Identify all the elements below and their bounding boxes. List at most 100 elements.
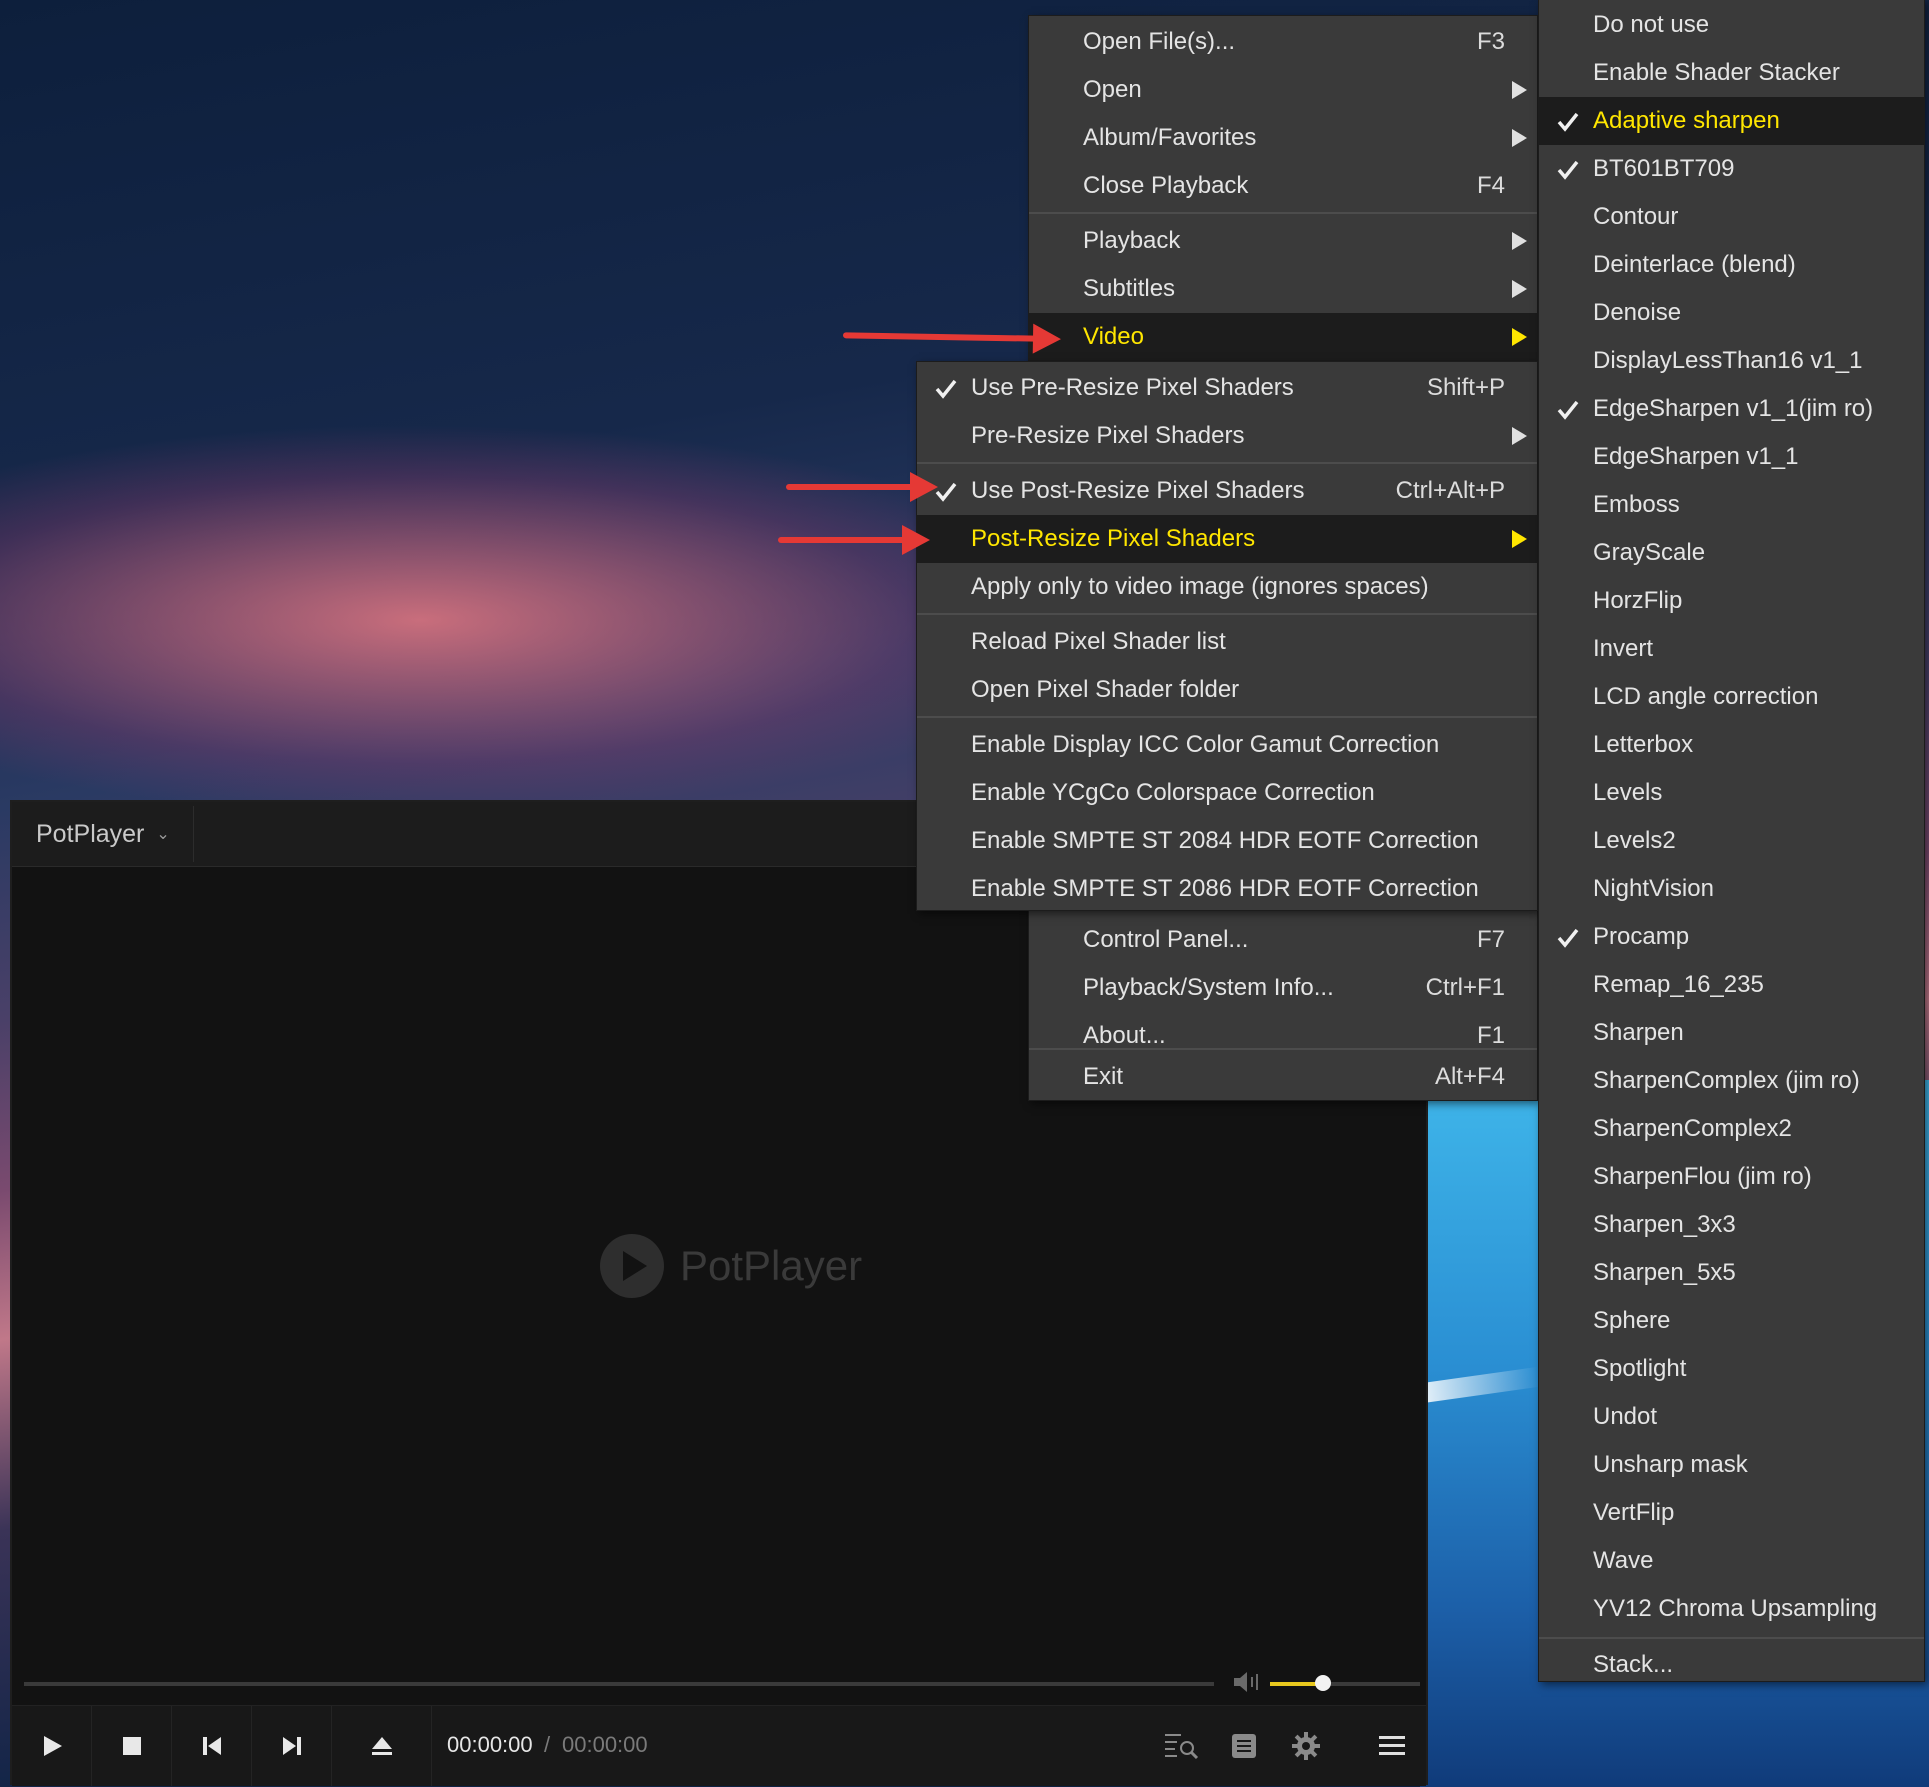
submenu-item-icc-correction[interactable]: Enable Display ICC Color Gamut Correctio… — [917, 721, 1537, 769]
shader-item[interactable]: Procamp — [1539, 913, 1924, 961]
previous-button[interactable] — [172, 1706, 252, 1786]
submenu-arrow-icon — [1512, 232, 1527, 250]
menu-item-open-files[interactable]: Open File(s)... F3 — [1029, 18, 1537, 66]
shader-item[interactable]: VertFlip — [1539, 1489, 1924, 1537]
shader-item[interactable]: Undot — [1539, 1393, 1924, 1441]
submenu-item-pre-resize-shaders[interactable]: Pre-Resize Pixel Shaders — [917, 412, 1537, 460]
current-time: 00:00:00 — [447, 1732, 533, 1757]
submenu-item-use-post-resize-shaders[interactable]: Use Post-Resize Pixel Shaders Ctrl+Alt+P — [917, 467, 1537, 515]
shader-item[interactable]: SharpenFlou (jim ro) — [1539, 1153, 1924, 1201]
shader-item[interactable]: BT601BT709 — [1539, 145, 1924, 193]
shader-item[interactable]: YV12 Chroma Upsampling — [1539, 1585, 1924, 1633]
shader-item[interactable]: Sphere — [1539, 1297, 1924, 1345]
shader-item[interactable]: Wave — [1539, 1537, 1924, 1585]
playlist-search-button[interactable] — [1160, 1724, 1204, 1768]
shader-item[interactable]: NightVision — [1539, 865, 1924, 913]
menu-item-system-info[interactable]: Playback/System Info... Ctrl+F1 — [1029, 964, 1537, 1012]
shader-item[interactable]: EdgeSharpen v1_1 — [1539, 433, 1924, 481]
shader-item-label: LCD angle correction — [1593, 683, 1819, 710]
checkmark-icon — [1557, 160, 1579, 180]
shader-item-label: EdgeSharpen v1_1(jim ro) — [1593, 395, 1874, 422]
shader-item[interactable]: Contour — [1539, 193, 1924, 241]
menu-item-shortcut: F4 — [1476, 172, 1505, 199]
shader-item[interactable]: DisplayLessThan16 v1_1 — [1539, 337, 1924, 385]
submenu-item-use-pre-resize-shaders[interactable]: Use Pre-Resize Pixel Shaders Shift+P — [917, 364, 1537, 412]
settings-button[interactable] — [1284, 1724, 1328, 1768]
shader-item[interactable]: Adaptive sharpen — [1539, 97, 1924, 145]
menu-separator — [1029, 212, 1537, 214]
shader-item[interactable]: Invert — [1539, 625, 1924, 673]
submenu-item-st2084-correction[interactable]: Enable SMPTE ST 2084 HDR EOTF Correction — [917, 817, 1537, 865]
menu-item-open[interactable]: Open — [1029, 66, 1537, 114]
hamburger-menu-icon — [1379, 1736, 1405, 1755]
shader-item-label: Procamp — [1593, 923, 1690, 950]
shader-item-label: SharpenFlou (jim ro) — [1593, 1163, 1812, 1190]
shader-item[interactable]: Do not use — [1539, 1, 1924, 49]
next-button[interactable] — [252, 1706, 332, 1786]
logo-text: PotPlayer — [680, 1242, 863, 1289]
shader-item[interactable]: Stack... — [1539, 1641, 1924, 1689]
shader-item[interactable]: GrayScale — [1539, 529, 1924, 577]
shader-item[interactable]: SharpenComplex (jim ro) — [1539, 1057, 1924, 1105]
main-menu-button[interactable] — [1370, 1724, 1414, 1768]
shader-item-label: Sharpen — [1593, 1019, 1684, 1046]
menu-item-control-panel[interactable]: Control Panel... F7 — [1029, 916, 1537, 964]
shader-item-label: Levels2 — [1593, 827, 1676, 854]
shader-item[interactable]: Spotlight — [1539, 1345, 1924, 1393]
shader-item[interactable]: Levels2 — [1539, 817, 1924, 865]
menu-separator — [917, 716, 1537, 718]
menu-item-label: Close Playback — [1083, 172, 1249, 199]
shader-item[interactable]: HorzFlip — [1539, 577, 1924, 625]
submenu-item-apply-only-video[interactable]: Apply only to video image (ignores space… — [917, 563, 1537, 611]
shader-item[interactable]: Sharpen_3x3 — [1539, 1201, 1924, 1249]
menu-item-label: Exit — [1083, 1063, 1124, 1090]
submenu-item-reload-shader-list[interactable]: Reload Pixel Shader list — [917, 618, 1537, 666]
shader-item-label: Enable Shader Stacker — [1593, 59, 1840, 86]
eject-button[interactable] — [332, 1706, 432, 1786]
shader-item[interactable]: Denoise — [1539, 289, 1924, 337]
shader-item-label: Sphere — [1593, 1307, 1671, 1334]
menu-item-video[interactable]: Video — [1029, 313, 1537, 361]
shader-item-label: HorzFlip — [1593, 587, 1683, 614]
shader-item[interactable]: Deinterlace (blend) — [1539, 241, 1924, 289]
menu-item-exit[interactable]: Exit Alt+F4 — [1029, 1053, 1537, 1101]
shader-item[interactable]: LCD angle correction — [1539, 673, 1924, 721]
submenu-item-post-resize-shaders[interactable]: Post-Resize Pixel Shaders — [917, 515, 1537, 563]
volume-knob[interactable] — [1314, 1675, 1331, 1691]
submenu-item-st2086-correction[interactable]: Enable SMPTE ST 2086 HDR EOTF Correction — [917, 865, 1537, 913]
menu-item-subtitles[interactable]: Subtitles — [1029, 265, 1537, 313]
shader-item[interactable]: Sharpen — [1539, 1009, 1924, 1057]
play-button[interactable] — [12, 1706, 92, 1786]
menu-item-close-playback[interactable]: Close Playback F4 — [1029, 162, 1537, 210]
app-menu-button[interactable]: PotPlayer ⌄ — [16, 806, 194, 862]
shader-item[interactable]: Levels — [1539, 769, 1924, 817]
chevron-down-icon: ⌄ — [156, 826, 170, 843]
menu-item-label: Playback/System Info... — [1083, 974, 1334, 1001]
volume-icon[interactable] — [1232, 1670, 1260, 1694]
shader-item[interactable]: Enable Shader Stacker — [1539, 49, 1924, 97]
submenu-arrow-icon — [1512, 81, 1527, 99]
shader-item[interactable]: Unsharp mask — [1539, 1441, 1924, 1489]
submenu-item-ycgco-correction[interactable]: Enable YCgCo Colorspace Correction — [917, 769, 1537, 817]
stop-button[interactable] — [92, 1706, 172, 1786]
shader-item[interactable]: Emboss — [1539, 481, 1924, 529]
menu-item-playback[interactable]: Playback — [1029, 217, 1537, 265]
seek-bar[interactable] — [24, 1682, 1214, 1686]
menu-item-shortcut: Alt+F4 — [1434, 1063, 1505, 1090]
shader-item[interactable]: SharpenComplex2 — [1539, 1105, 1924, 1153]
shader-item[interactable]: Remap_16_235 — [1539, 961, 1924, 1009]
shader-item[interactable]: Letterbox — [1539, 721, 1924, 769]
menu-item-label: Enable SMPTE ST 2084 HDR EOTF Correction — [971, 827, 1479, 854]
control-bar: 00:00:00 / 00:00:00 — [12, 1705, 1426, 1786]
shader-item[interactable]: Sharpen_5x5 — [1539, 1249, 1924, 1297]
menu-separator — [1029, 1048, 1537, 1050]
shader-item[interactable]: EdgeSharpen v1_1(jim ro) — [1539, 385, 1924, 433]
menu-item-label: Enable Display ICC Color Gamut Correctio… — [971, 731, 1440, 758]
shader-item-label: Undot — [1593, 1403, 1658, 1430]
shader-item-label: YV12 Chroma Upsampling — [1593, 1595, 1878, 1622]
volume-slider[interactable] — [1270, 1675, 1420, 1691]
menu-item-album-favorites[interactable]: Album/Favorites — [1029, 114, 1537, 162]
playlist-button[interactable] — [1222, 1724, 1266, 1768]
submenu-item-open-shader-folder[interactable]: Open Pixel Shader folder — [917, 666, 1537, 714]
shader-item-label: Stack... — [1593, 1651, 1674, 1678]
